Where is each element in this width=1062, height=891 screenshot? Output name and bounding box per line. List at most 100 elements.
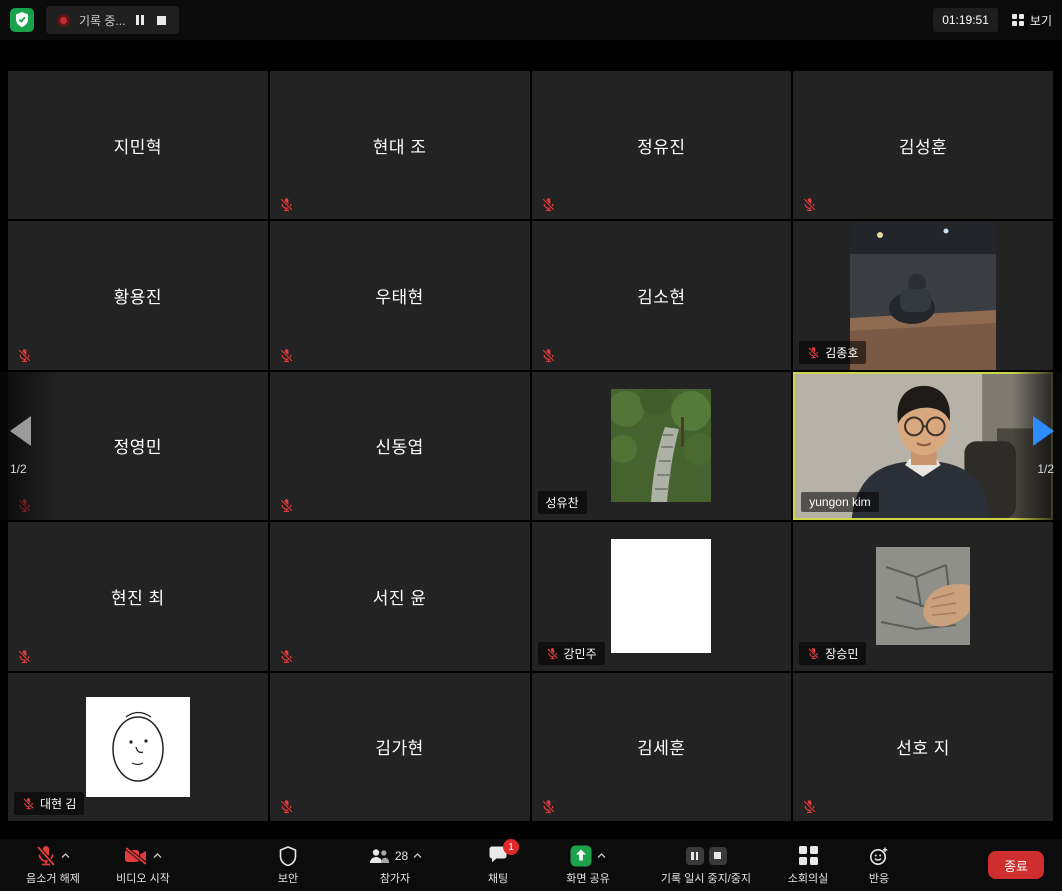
prev-arrow-icon xyxy=(10,416,31,446)
meeting-toolbar: 음소거 해제 비디오 시작 보안 xyxy=(0,839,1062,891)
start-video-button[interactable]: 비디오 시작 xyxy=(98,839,188,891)
participant-name: 김가현 xyxy=(375,734,423,759)
participant-tile[interactable]: 서진 윤 xyxy=(270,522,530,670)
participant-name: 대현 김 xyxy=(40,795,76,812)
mic-muted-icon xyxy=(541,197,556,212)
participant-tile[interactable]: 신동엽 xyxy=(270,372,530,520)
participant-name-badge: 성유찬 xyxy=(538,491,587,514)
page-indicator: 1/2 xyxy=(1037,462,1054,476)
prev-page-button[interactable]: 1/2 xyxy=(0,372,58,520)
zoom-meeting-window: 기록 중... 01:19:51 보기 지민혁 현대 조 xyxy=(0,0,1062,891)
security-label: 보안 xyxy=(278,870,298,886)
topbar: 기록 중... 01:19:51 보기 xyxy=(0,0,1062,40)
mic-muted-icon xyxy=(807,647,820,660)
record-controls-label: 기록 일시 중지/중지 xyxy=(661,870,751,886)
participant-name: 강민주 xyxy=(564,645,597,662)
participant-name: 지민혁 xyxy=(114,133,162,158)
chat-button[interactable]: 1 채팅 xyxy=(462,839,534,891)
participant-name: 정영민 xyxy=(114,433,162,458)
mic-muted-icon xyxy=(279,649,294,664)
participant-tile[interactable]: 장승민 xyxy=(793,522,1053,670)
mic-muted-icon xyxy=(802,197,817,212)
mic-muted-icon xyxy=(279,498,294,513)
mic-muted-icon xyxy=(17,348,32,363)
participants-count: 28 xyxy=(395,849,408,863)
participant-name: 현대 조 xyxy=(373,133,427,158)
participants-icon xyxy=(368,848,390,864)
mic-muted-icon xyxy=(279,799,294,814)
mic-muted-icon xyxy=(541,799,556,814)
share-screen-label: 화면 공유 xyxy=(566,870,610,886)
participant-tile[interactable]: 대현 김 xyxy=(8,673,268,821)
participant-name: 서진 윤 xyxy=(373,584,427,609)
participant-tile[interactable]: 김성훈 xyxy=(793,71,1053,219)
record-controls-button[interactable]: 기록 일시 중지/중지 xyxy=(640,839,772,891)
participants-button[interactable]: 28 참가자 xyxy=(352,839,438,891)
participant-tile[interactable]: 우태현 xyxy=(270,221,530,369)
stop-recording-button[interactable] xyxy=(155,14,168,27)
pause-recording-icon[interactable] xyxy=(686,847,704,865)
participant-name: 현진 최 xyxy=(111,584,165,609)
mic-muted-icon xyxy=(17,649,32,664)
recording-label: 기록 중... xyxy=(79,12,125,29)
participant-tile[interactable]: 김소현 xyxy=(532,221,792,369)
share-screen-icon xyxy=(570,845,592,867)
breakout-rooms-icon xyxy=(799,846,818,865)
pause-recording-button[interactable] xyxy=(134,13,146,27)
chevron-up-icon[interactable] xyxy=(413,853,422,858)
chevron-up-icon[interactable] xyxy=(61,853,70,858)
participant-tile[interactable]: 정유진 xyxy=(532,71,792,219)
participant-name: 장승민 xyxy=(825,645,858,662)
reactions-label: 반응 xyxy=(869,870,889,886)
participant-name-badge: yungon kim xyxy=(801,492,878,512)
share-screen-button[interactable]: 화면 공유 xyxy=(542,839,634,891)
participant-tile[interactable]: 강민주 xyxy=(532,522,792,670)
participant-tile[interactable]: 현대 조 xyxy=(270,71,530,219)
participant-tile[interactable]: 지민혁 xyxy=(8,71,268,219)
breakout-rooms-button[interactable]: 소회의실 xyxy=(772,839,844,891)
participant-tile[interactable]: 선호 지 xyxy=(793,673,1053,821)
chevron-up-icon[interactable] xyxy=(597,853,606,858)
stop-recording-icon[interactable] xyxy=(709,847,727,865)
participant-tile[interactable]: 성유찬 xyxy=(532,372,792,520)
participant-tile[interactable]: 김세훈 xyxy=(532,673,792,821)
participant-tile[interactable]: 김종호 xyxy=(793,221,1053,369)
chevron-up-icon[interactable] xyxy=(153,853,162,858)
mic-muted-icon xyxy=(22,797,35,810)
participant-name-badge: 김종호 xyxy=(799,341,866,364)
participant-tile[interactable]: 김가현 xyxy=(270,673,530,821)
security-button[interactable]: 보안 xyxy=(252,839,324,891)
mic-muted-icon xyxy=(279,197,294,212)
breakout-rooms-label: 소회의실 xyxy=(788,870,828,886)
reactions-button[interactable]: 반응 xyxy=(844,839,914,891)
next-page-button[interactable]: 1/2 xyxy=(1012,372,1062,520)
participant-name: 우태현 xyxy=(375,283,423,308)
video-grid: 지민혁 현대 조 정유진 김성훈 황용진 우태현 김소현 xyxy=(8,71,1053,821)
end-meeting-button[interactable]: 종료 xyxy=(988,851,1044,879)
unmute-button[interactable]: 음소거 해제 xyxy=(8,839,98,891)
participant-name-badge: 강민주 xyxy=(538,642,605,665)
participant-name: 성유찬 xyxy=(546,494,579,511)
video-off-icon xyxy=(124,847,148,865)
participant-name: 선호 지 xyxy=(896,734,950,759)
participant-name: 신동엽 xyxy=(375,433,423,458)
participant-name: 김종호 xyxy=(825,344,858,361)
shield-icon xyxy=(279,846,297,866)
participant-tile[interactable]: 현진 최 xyxy=(8,522,268,670)
participant-name: 황용진 xyxy=(114,283,162,308)
recording-indicator: 기록 중... xyxy=(46,6,179,34)
page-indicator: 1/2 xyxy=(10,462,27,476)
start-video-label: 비디오 시작 xyxy=(116,870,170,886)
view-button[interactable]: 보기 xyxy=(1012,12,1052,29)
participant-name-badge: 대현 김 xyxy=(14,792,84,815)
mic-muted-icon xyxy=(541,348,556,363)
mic-muted-icon xyxy=(802,799,817,814)
chat-label: 채팅 xyxy=(488,870,508,886)
participant-name: 정유진 xyxy=(637,133,685,158)
next-arrow-icon xyxy=(1033,416,1054,446)
mic-muted-icon xyxy=(36,845,56,867)
participant-name-badge: 장승민 xyxy=(799,642,866,665)
participant-tile[interactable]: 황용진 xyxy=(8,221,268,369)
security-shield-icon[interactable] xyxy=(10,8,34,32)
meeting-timer: 01:19:51 xyxy=(933,8,998,32)
